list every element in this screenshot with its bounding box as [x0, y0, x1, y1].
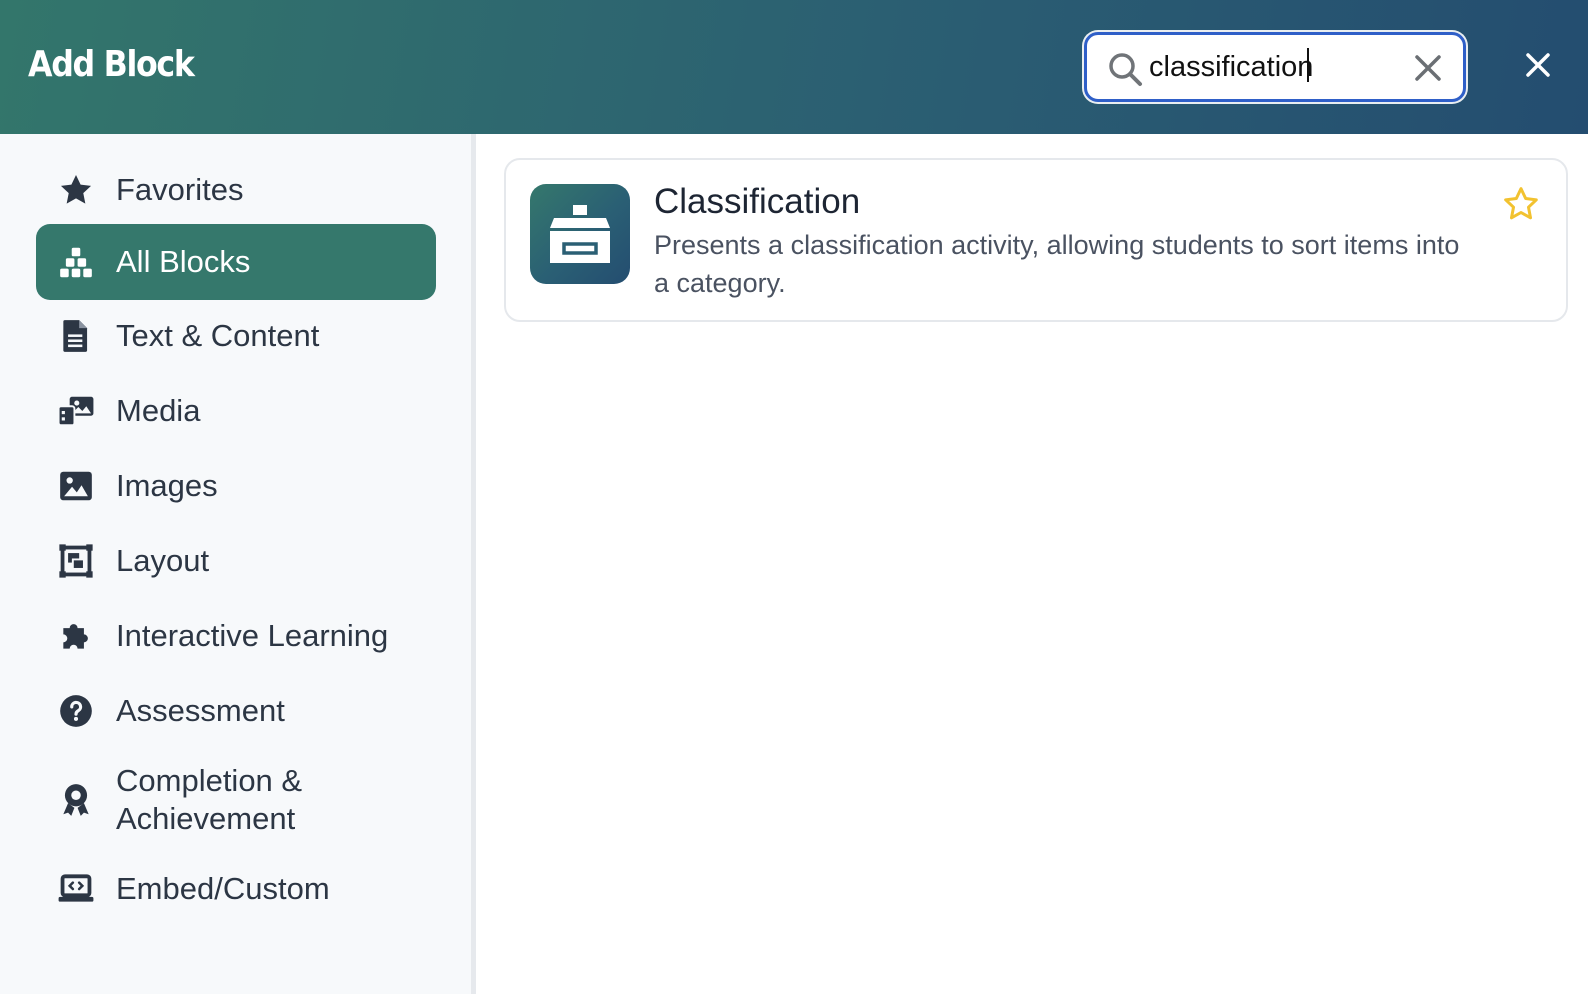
sidebar-item-label: Favorites — [116, 172, 244, 207]
sidebar-item-text-content[interactable]: Text & Content — [36, 298, 436, 374]
sidebar-item-label: Media — [116, 393, 201, 428]
search-box[interactable] — [1084, 32, 1466, 102]
block-description: Presents a classification activity, allo… — [654, 230, 1460, 298]
image-icon — [55, 465, 97, 507]
question-circle-icon — [55, 690, 97, 732]
header-bar: Add Block — [0, 0, 1588, 134]
block-card-classification[interactable]: Classification Presents a classification… — [504, 158, 1568, 322]
sidebar-item-label: Layout — [116, 543, 210, 578]
puzzle-icon — [55, 615, 97, 657]
sidebar-item-layout[interactable]: Layout — [36, 523, 436, 599]
sidebar-item-label: Images — [116, 468, 218, 503]
sidebar-item-interactive-learning[interactable]: Interactive Learning — [36, 598, 436, 674]
sidebar-item-media[interactable]: Media — [36, 373, 436, 449]
page-title: Add Block — [28, 44, 195, 85]
sidebar-item-label: Completion & Achievement — [116, 763, 303, 836]
close-icon[interactable] — [1525, 52, 1551, 78]
search-icon — [1109, 53, 1142, 86]
sidebar-item-label: Interactive Learning — [116, 618, 389, 653]
layout-icon — [55, 540, 97, 582]
sidebar-item-label: All Blocks — [116, 244, 251, 279]
award-icon — [55, 779, 97, 821]
sidebar-item-label: Text & Content — [116, 318, 320, 353]
sidebar-item-label: Assessment — [116, 693, 285, 728]
sidebar-item-favorites[interactable]: Favorites — [36, 152, 436, 228]
sidebar-item-all-blocks[interactable]: All Blocks — [36, 224, 436, 300]
block-title: Classification — [654, 182, 861, 221]
clear-icon[interactable] — [1413, 53, 1443, 83]
sidebar-item-embed-custom[interactable]: Embed/Custom — [36, 851, 436, 927]
blocks-icon — [55, 241, 97, 283]
sidebar-item-assessment[interactable]: Assessment — [36, 673, 436, 749]
document-icon — [55, 315, 97, 357]
category-sidebar: Favorites All Blocks Text & Content Medi… — [0, 134, 476, 994]
media-icon — [55, 390, 97, 432]
star-icon — [55, 169, 97, 211]
sidebar-item-images[interactable]: Images — [36, 448, 436, 524]
star-outline-icon[interactable] — [1501, 184, 1541, 224]
text-caret — [1307, 48, 1309, 82]
results-panel: Classification Presents a classification… — [476, 134, 1588, 994]
archive-box-icon — [530, 184, 630, 284]
sidebar-item-label: Embed/Custom — [116, 871, 330, 906]
search-input[interactable] — [1149, 47, 1399, 87]
sidebar-item-completion-achievement[interactable]: Completion & Achievement — [36, 748, 436, 852]
laptop-code-icon — [55, 868, 97, 910]
